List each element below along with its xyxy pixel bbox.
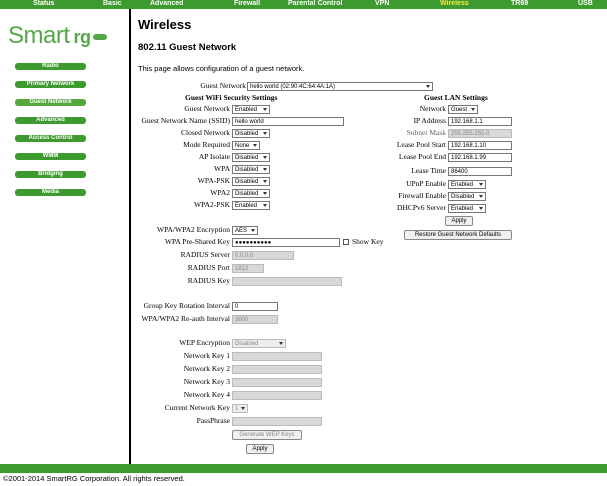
page-description: This page allows configuration of a gues… — [138, 64, 305, 73]
restore-defaults-button[interactable]: Restore Guest Network Defaults — [404, 230, 512, 240]
subnet-mask-label: Subnet Mask — [406, 128, 446, 137]
network-key-4-input[interactable] — [232, 391, 322, 400]
encryption-select[interactable]: AES — [232, 226, 258, 235]
network-key-4-label: Network Key 4 — [183, 390, 230, 399]
guest-network-select[interactable]: hello world (02:90:4C:64:4A:1A) — [247, 82, 433, 91]
closed-network-label: Closed Network — [181, 128, 230, 137]
wpa2-psk-label: WPA2-PSK — [194, 200, 230, 209]
page-title: Wireless — [138, 17, 192, 32]
top-nav: Status Basic Advanced Firewall Parental … — [0, 0, 607, 9]
sidebar-item-wmm[interactable]: WMM — [15, 153, 86, 160]
upnp-enable-label: UPnP Enable — [406, 179, 446, 188]
guest-network-select-label: Guest Network — [200, 81, 246, 90]
sidebar-item-radio[interactable]: Radio — [15, 63, 86, 70]
firewall-enable-select[interactable]: Disabled — [448, 192, 486, 201]
sidebar — [0, 9, 129, 464]
guest-network-enable-label: Guest Network — [184, 104, 230, 113]
wpa2-select[interactable]: Disabled — [232, 189, 270, 198]
radius-port-label: RADIUS Port — [187, 263, 230, 272]
ip-address-label: IP Address — [413, 116, 446, 125]
wpa2-label: WPA2 — [210, 188, 230, 197]
reauth-interval-label: WPA/WPA2 Re-auth Interval — [141, 314, 230, 323]
radius-server-label: RADIUS Server — [180, 250, 230, 259]
ap-isolate-label: AP Isolate — [198, 152, 230, 161]
passphrase-input[interactable] — [232, 417, 322, 426]
ap-isolate-select[interactable]: Disabled — [232, 153, 270, 162]
apply-button[interactable]: Apply — [246, 444, 274, 454]
nav-usb[interactable]: USB — [578, 0, 593, 8]
wifi-security-heading: Guest WiFi Security Settings — [185, 93, 278, 102]
lan-apply-button[interactable]: Apply — [445, 216, 473, 226]
lan-settings-heading: Guest LAN Settings — [424, 93, 488, 102]
mode-required-select[interactable]: None — [232, 141, 260, 150]
show-key-checkbox[interactable] — [343, 239, 349, 245]
nav-parental-control[interactable]: Parental Control — [288, 0, 342, 8]
ip-address-input[interactable]: 192.168.1.1 — [448, 117, 512, 126]
nav-advanced[interactable]: Advanced — [150, 0, 183, 8]
nav-vpn[interactable]: VPN — [375, 0, 389, 8]
lease-time-input[interactable]: 86400 — [448, 167, 512, 176]
sidebar-item-advanced[interactable]: Advanced — [15, 117, 86, 124]
lease-pool-start-label: Lease Pool Start — [396, 140, 446, 149]
wpa-select[interactable]: Disabled — [232, 165, 270, 174]
upnp-enable-select[interactable]: Enabled — [448, 180, 486, 189]
lease-pool-end-input[interactable]: 192.168.1.99 — [448, 153, 512, 162]
sidebar-item-access-control[interactable]: Access Control — [15, 135, 86, 142]
group-key-rotation-input[interactable]: 0 — [232, 302, 278, 311]
wep-encryption-select[interactable]: Disabled — [232, 339, 286, 348]
network-key-3-input[interactable] — [232, 378, 322, 387]
nav-firewall[interactable]: Firewall — [234, 0, 260, 8]
show-key-label: Show Key — [352, 237, 384, 246]
current-network-key-select[interactable]: 1 — [232, 404, 248, 413]
closed-network-select[interactable]: Disabled — [232, 129, 270, 138]
network-key-1-input[interactable] — [232, 352, 322, 361]
sidebar-item-primary-network[interactable]: Primary Network — [15, 81, 86, 88]
lease-pool-end-label: Lease Pool End — [398, 152, 446, 161]
lease-time-label: Lease Time — [411, 166, 446, 175]
wpa-label: WPA — [214, 164, 230, 173]
wpa-psk-label: WPA-PSK — [197, 176, 230, 185]
passphrase-label: PassPhrase — [196, 416, 230, 425]
encryption-label: WPA/WPA2 Encryption — [157, 225, 230, 234]
nav-basic[interactable]: Basic — [103, 0, 122, 8]
reauth-interval-input[interactable]: 3600 — [232, 315, 278, 324]
generate-wep-keys-button[interactable]: Generate WEP Keys — [232, 430, 302, 440]
logo: Smart rg — [8, 22, 107, 50]
lan-network-label: Network — [419, 104, 446, 113]
sidebar-item-guest-network[interactable]: Guest Network — [15, 99, 86, 106]
sidebar-item-media[interactable]: Media — [15, 189, 86, 196]
wep-encryption-label: WEP Encryption — [179, 338, 230, 347]
radius-port-input[interactable]: 1812 — [232, 264, 264, 273]
guest-network-enable-select[interactable]: Enabled — [232, 105, 270, 114]
group-key-rotation-label: Group Key Rotation Interval — [143, 301, 230, 310]
lan-network-select[interactable]: Guest — [448, 105, 478, 114]
wpa-psk-select[interactable]: Disabled — [232, 177, 270, 186]
radius-server-input[interactable]: 0.0.0.0 — [232, 251, 294, 260]
nav-tr69[interactable]: TR69 — [511, 0, 528, 8]
dhcpv6-server-select[interactable]: Enabled — [448, 204, 486, 213]
lease-pool-start-input[interactable]: 192.168.1.10 — [448, 141, 512, 150]
sidebar-item-bridging[interactable]: Bridging — [15, 171, 86, 178]
psk-input[interactable]: ●●●●●●●●●● — [232, 238, 340, 247]
ssid-input[interactable]: hello world — [232, 117, 344, 126]
radius-key-label: RADIUS Key — [187, 276, 230, 285]
psk-label: WPA Pre-Shared Key — [164, 237, 230, 246]
page-subtitle: 802.11 Guest Network — [138, 42, 237, 53]
network-key-1-label: Network Key 1 — [183, 351, 230, 360]
radius-key-input[interactable] — [232, 277, 342, 286]
nav-wireless[interactable]: Wireless — [440, 0, 469, 8]
footer-bar — [0, 464, 607, 473]
firewall-enable-label: Firewall Enable — [398, 191, 446, 200]
network-key-2-label: Network Key 2 — [183, 364, 230, 373]
mode-required-label: Mode Required — [183, 140, 230, 149]
dhcpv6-server-label: DHCPv6 Server — [397, 203, 446, 212]
footer-copyright: ©2001-2014 SmartRG Corporation. All righ… — [3, 474, 185, 483]
current-network-key-label: Current Network Key — [164, 403, 230, 412]
nav-status[interactable]: Status — [33, 0, 54, 8]
wpa2-psk-select[interactable]: Enabled — [232, 201, 270, 210]
ssid-label: Guest Network Name (SSID) — [141, 116, 230, 125]
subnet-mask-input[interactable]: 255.255.255.0 — [448, 129, 512, 138]
network-key-3-label: Network Key 3 — [183, 377, 230, 386]
network-key-2-input[interactable] — [232, 365, 322, 374]
